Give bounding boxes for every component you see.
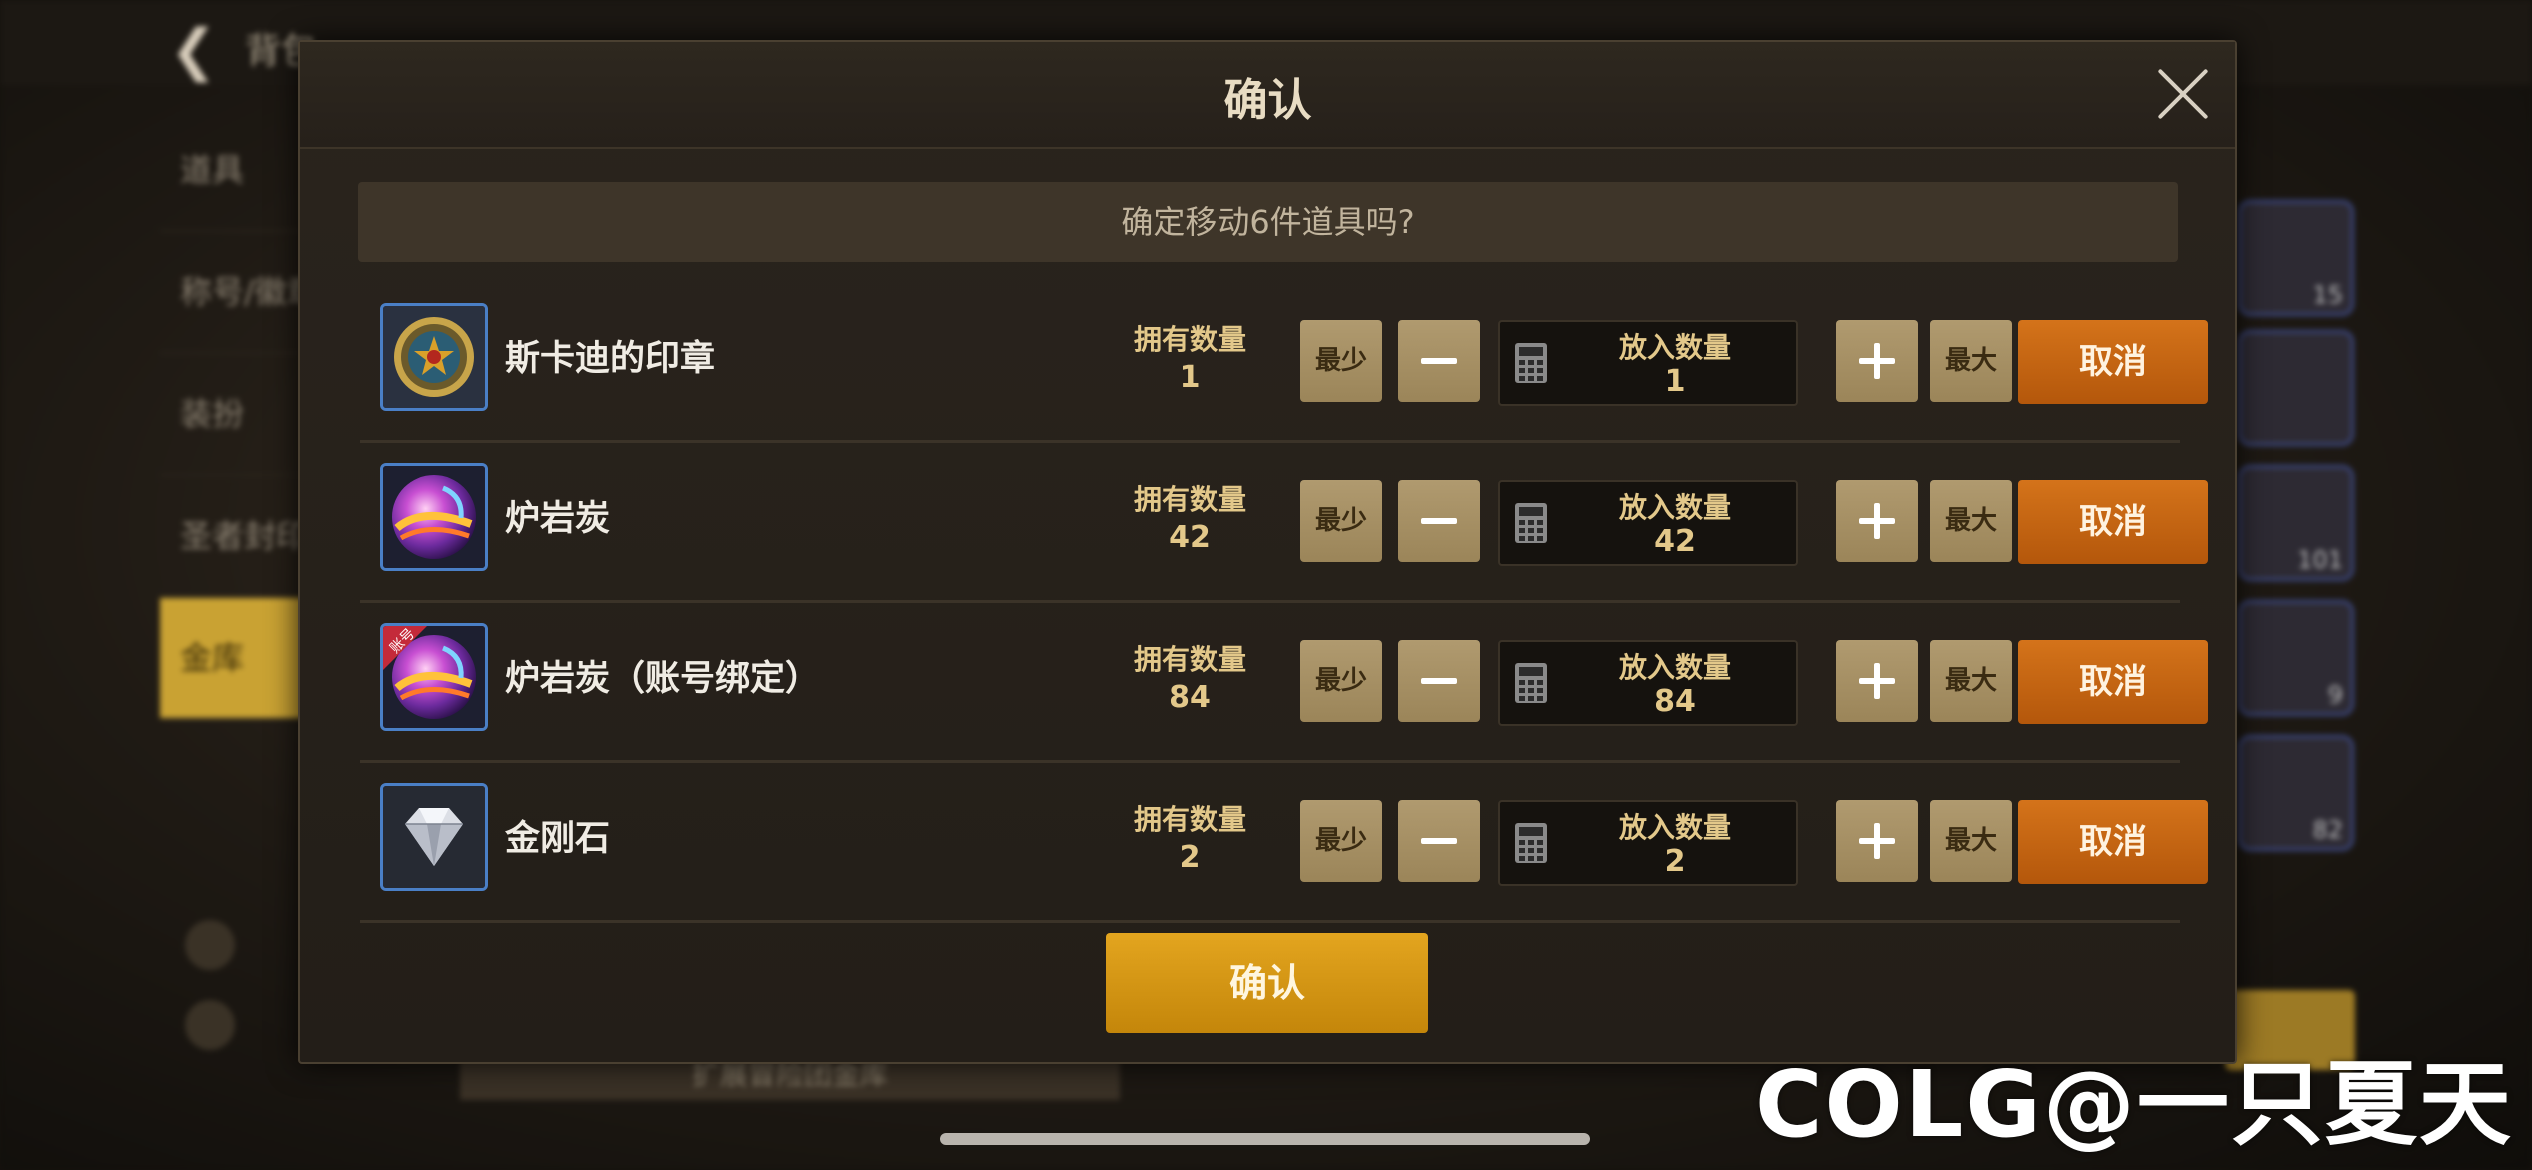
sidebar-item-items[interactable]: 道具	[160, 110, 320, 232]
close-icon[interactable]	[2153, 64, 2213, 124]
quantity-input[interactable]: 放入数量 1	[1498, 320, 1798, 406]
cancel-button[interactable]: 取消	[2018, 480, 2208, 564]
bg-inventory-slot: 101	[2238, 465, 2354, 581]
owned-label: 拥有数量	[1133, 323, 1246, 356]
owned-value: 1	[1179, 360, 1201, 395]
calculator-icon[interactable]	[1514, 822, 1548, 864]
item-name: 斯卡迪的印章	[505, 339, 716, 379]
max-button[interactable]: 最大	[1930, 480, 2012, 562]
sidebar-item-vault[interactable]: 金库	[160, 598, 320, 720]
min-button[interactable]: 最少	[1300, 480, 1382, 562]
item-name: 炉岩炭（账号绑定）	[505, 659, 821, 699]
minus-icon[interactable]	[1398, 800, 1480, 882]
quantity-label: 放入数量	[1618, 331, 1731, 364]
quantity-label: 放入数量	[1618, 811, 1731, 844]
owned-count: 拥有数量 2	[1120, 798, 1260, 875]
dialog-title: 确认	[1223, 75, 1312, 126]
owned-count: 拥有数量 84	[1120, 638, 1260, 715]
calculator-icon[interactable]	[1514, 662, 1548, 704]
quantity-value[interactable]: 84	[1570, 684, 1780, 719]
owned-count: 拥有数量 42	[1120, 478, 1260, 555]
furnace-coal-icon	[380, 463, 488, 571]
confirm-question: 确定移动6件道具吗?	[358, 182, 2178, 262]
quantity-input[interactable]: 放入数量 84	[1498, 640, 1798, 726]
min-button[interactable]: 最少	[1300, 800, 1382, 882]
bg-inventory-slot: 15	[2238, 200, 2354, 316]
bag-sidebar: 道具 称号/徽章 装扮 圣者封印 金库	[160, 110, 320, 720]
quantity-value[interactable]: 1	[1570, 364, 1780, 399]
cancel-button[interactable]: 取消	[2018, 640, 2208, 724]
furnace-coal-bound-icon: 账号	[380, 623, 488, 731]
calculator-icon[interactable]	[1514, 502, 1548, 544]
cancel-button[interactable]: 取消	[2018, 320, 2208, 404]
minus-icon[interactable]	[1398, 640, 1480, 722]
bg-option-icon	[185, 920, 235, 970]
plus-icon[interactable]	[1836, 480, 1918, 562]
quantity-value[interactable]: 2	[1570, 844, 1780, 879]
sidebar-item-titles[interactable]: 称号/徽章	[160, 232, 320, 354]
quantity-input[interactable]: 放入数量 2	[1498, 800, 1798, 886]
max-button[interactable]: 最大	[1930, 640, 2012, 722]
minus-icon[interactable]	[1398, 320, 1480, 402]
owned-value: 84	[1169, 680, 1211, 715]
item-name: 金刚石	[505, 819, 611, 859]
item-row: 炉岩炭 拥有数量 42 最少 放入数量 42 最大 取消	[360, 440, 2208, 603]
quantity-input[interactable]: 放入数量 42	[1498, 480, 1798, 566]
quantity-label: 放入数量	[1618, 491, 1731, 524]
bg-inventory-slot: 9	[2238, 600, 2354, 716]
owned-label: 拥有数量	[1133, 803, 1246, 836]
dialog-header: 确认	[300, 42, 2235, 149]
diamond-icon	[380, 783, 488, 891]
owned-count: 拥有数量 1	[1120, 318, 1260, 395]
owned-label: 拥有数量	[1133, 483, 1246, 516]
plus-icon[interactable]	[1836, 800, 1918, 882]
min-button[interactable]: 最少	[1300, 320, 1382, 402]
seal-icon	[380, 303, 488, 411]
item-row: 账号 炉岩炭（账号绑定） 拥有数量 84 最少 放入数量 84 最大 取消	[360, 600, 2208, 763]
plus-icon[interactable]	[1836, 640, 1918, 722]
item-row: 斯卡迪的印章 拥有数量 1 最少 放入数量 1 最大 取消	[360, 280, 2208, 443]
quantity-label: 放入数量	[1618, 651, 1731, 684]
cancel-button[interactable]: 取消	[2018, 800, 2208, 884]
bg-inventory-slot: 82	[2238, 735, 2354, 851]
watermark: COLG@一只夏天	[1755, 1051, 2513, 1158]
max-button[interactable]: 最大	[1930, 320, 2012, 402]
item-name: 炉岩炭	[505, 499, 611, 539]
home-indicator	[940, 1133, 1590, 1145]
owned-label: 拥有数量	[1133, 643, 1246, 676]
confirm-button[interactable]: 确认	[1106, 933, 1428, 1033]
back-arrow-icon[interactable]: ❮	[170, 18, 217, 83]
sidebar-item-seal[interactable]: 圣者封印	[160, 476, 320, 598]
owned-value: 42	[1169, 520, 1211, 555]
owned-value: 2	[1179, 840, 1201, 875]
confirm-dialog: 确认 确定移动6件道具吗? 斯卡迪的印章 拥有数量 1 最少 放入数量 1 最大…	[298, 40, 2237, 1064]
quantity-value[interactable]: 42	[1570, 524, 1780, 559]
calculator-icon[interactable]	[1514, 342, 1548, 384]
min-button[interactable]: 最少	[1300, 640, 1382, 722]
bg-option-icon	[185, 1000, 235, 1050]
sidebar-item-costume[interactable]: 装扮	[160, 354, 320, 476]
minus-icon[interactable]	[1398, 480, 1480, 562]
item-row: 金刚石 拥有数量 2 最少 放入数量 2 最大 取消	[360, 760, 2208, 923]
max-button[interactable]: 最大	[1930, 800, 2012, 882]
plus-icon[interactable]	[1836, 320, 1918, 402]
bg-inventory-slot	[2238, 330, 2354, 446]
